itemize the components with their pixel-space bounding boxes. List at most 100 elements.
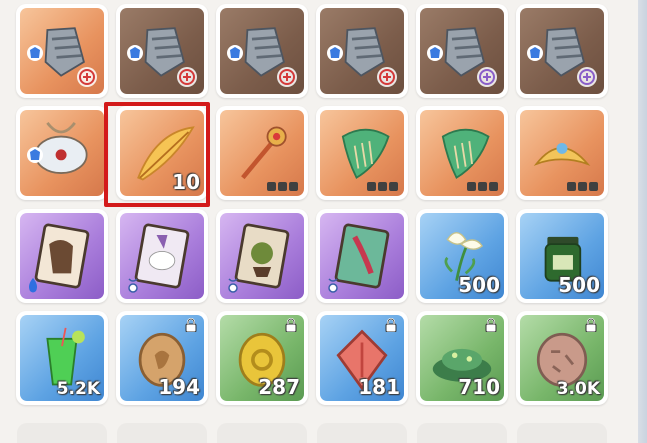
lock-slots-icon <box>267 182 298 191</box>
red-emblem-icon <box>377 67 397 87</box>
slot-background <box>520 8 604 94</box>
inventory-slot[interactable] <box>417 423 507 443</box>
inventory-slot[interactable]: 500 <box>516 209 608 303</box>
slot-background: 500 <box>420 213 504 299</box>
slot-background <box>320 110 404 196</box>
slot-background <box>320 213 404 299</box>
slot-background: 194 <box>120 315 204 401</box>
lock-icon <box>267 182 276 191</box>
armor-icon <box>27 45 43 61</box>
slot-background <box>320 8 404 94</box>
inventory-slot[interactable] <box>216 4 308 98</box>
lock-icon <box>185 318 197 332</box>
red-emblem-icon <box>177 67 197 87</box>
inventory-slot[interactable] <box>317 423 407 443</box>
inventory-slot[interactable] <box>117 423 207 443</box>
lock-icon <box>289 182 298 191</box>
lock-icon <box>478 182 487 191</box>
lock-icon <box>385 318 397 332</box>
inventory-slot[interactable] <box>316 106 408 200</box>
slot-background <box>120 8 204 94</box>
inventory-slot[interactable] <box>216 209 308 303</box>
inventory-slot[interactable]: 500 <box>416 209 508 303</box>
item-count: 3.0K <box>556 379 600 399</box>
item-count: 194 <box>158 375 200 399</box>
inventory-slot[interactable] <box>217 423 307 443</box>
inventory-slot[interactable] <box>316 4 408 98</box>
inventory-slot[interactable] <box>516 106 608 200</box>
armor-icon <box>27 147 43 163</box>
armor-icon <box>527 45 543 61</box>
inventory-slot[interactable] <box>16 4 108 98</box>
lock-icon <box>467 182 476 191</box>
slot-background: 500 <box>520 213 604 299</box>
inventory-slot[interactable] <box>16 106 108 200</box>
lock-icon <box>285 318 297 332</box>
slot-background: 181 <box>320 315 404 401</box>
armor-icon <box>327 45 343 61</box>
blue-flame-icon <box>29 278 37 293</box>
slot-background <box>120 213 204 299</box>
inventory-slot[interactable] <box>517 423 607 443</box>
slot-background <box>20 213 104 299</box>
item-count: 500 <box>558 273 600 297</box>
inventory-slot[interactable] <box>116 4 208 98</box>
lock-icon <box>578 182 587 191</box>
slot-background <box>20 8 104 94</box>
purple-emblem-icon <box>477 67 497 87</box>
lock-slots-icon <box>367 182 398 191</box>
slot-background: 5.2K <box>20 315 104 401</box>
inventory-slot[interactable]: 181 <box>316 311 408 405</box>
slot-background <box>220 110 304 196</box>
item-count: 181 <box>358 375 400 399</box>
inventory-slot[interactable]: 710 <box>416 311 508 405</box>
item-count: 710 <box>458 375 500 399</box>
selection-highlight <box>104 102 210 207</box>
inventory-slot[interactable]: 287 <box>216 311 308 405</box>
slot-background <box>420 110 504 196</box>
lock-icon <box>489 182 498 191</box>
red-emblem-icon <box>77 67 97 87</box>
inventory-slot[interactable] <box>16 209 108 303</box>
inventory-slot[interactable] <box>516 4 608 98</box>
armor-icon <box>427 45 443 61</box>
inventory-slot[interactable] <box>416 4 508 98</box>
inventory-slot[interactable] <box>116 209 208 303</box>
slot-background <box>420 8 504 94</box>
inventory-slot[interactable] <box>416 106 508 200</box>
slot-background <box>220 213 304 299</box>
armor-icon <box>227 45 243 61</box>
inventory-slot[interactable]: 5.2K <box>16 311 108 405</box>
lock-icon <box>485 318 497 332</box>
purple-emblem-icon <box>577 67 597 87</box>
amulet-icon <box>128 278 138 293</box>
lock-icon <box>278 182 287 191</box>
lock-icon <box>367 182 376 191</box>
amulet-icon <box>328 278 338 293</box>
lock-icon <box>389 182 398 191</box>
inventory-slot[interactable] <box>17 423 107 443</box>
inventory-slot[interactable]: 194 <box>116 311 208 405</box>
lock-icon <box>585 318 597 332</box>
inventory-grid: 10 500 500 5.2K 194 287 181 710 3.0K <box>0 0 638 443</box>
slot-background: 287 <box>220 315 304 401</box>
lock-icon <box>567 182 576 191</box>
inventory-slot[interactable] <box>216 106 308 200</box>
slot-background <box>20 110 104 196</box>
item-count: 5.2K <box>56 379 100 399</box>
scrollbar-track[interactable] <box>638 0 647 443</box>
item-count: 287 <box>258 375 300 399</box>
slot-background: 3.0K <box>520 315 604 401</box>
red-emblem-icon <box>277 67 297 87</box>
lock-icon <box>378 182 387 191</box>
slot-background: 710 <box>420 315 504 401</box>
lock-slots-icon <box>567 182 598 191</box>
inventory-slot[interactable]: 3.0K <box>516 311 608 405</box>
inventory-slot[interactable] <box>316 209 408 303</box>
lock-slots-icon <box>467 182 498 191</box>
slot-background <box>520 110 604 196</box>
slot-background <box>220 8 304 94</box>
item-count: 500 <box>458 273 500 297</box>
amulet-icon <box>228 278 238 293</box>
lock-icon <box>589 182 598 191</box>
